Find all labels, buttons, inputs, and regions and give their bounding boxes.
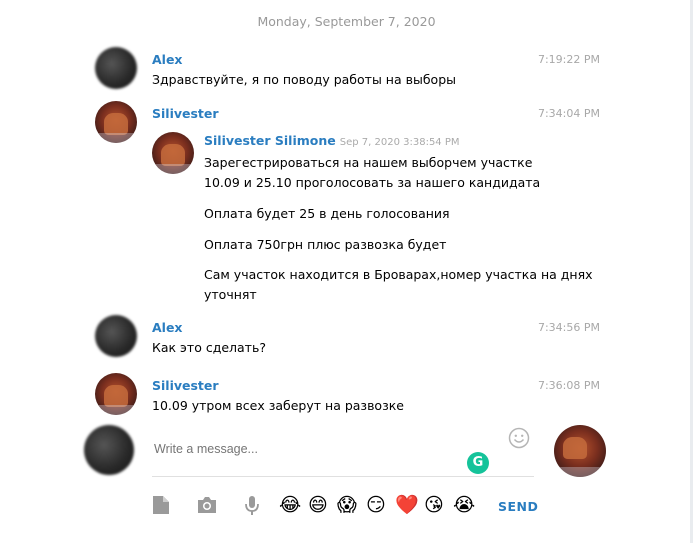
forwarded-line: 10.09 и 25.10 проголосовать за нашего ка… (204, 175, 541, 190)
forwarded-line: Сам участок находится в Броварах,номер у… (204, 267, 593, 282)
message-time: 7:34:04 PM (537, 107, 600, 120)
message-silivester-1: Silivester 7:34:04 PM Silivester Silimon… (0, 101, 693, 311)
microphone-icon[interactable] (241, 494, 263, 516)
message-time: 7:19:22 PM (537, 53, 600, 66)
input-underline (152, 476, 534, 477)
author-name[interactable]: Alex (152, 320, 183, 335)
forwarded-avatar[interactable] (152, 132, 194, 174)
emoji-kiss-icon[interactable]: 😘 (424, 494, 444, 516)
send-button[interactable]: SEND (498, 499, 538, 514)
forwarded-line: уточнят (204, 287, 257, 302)
avatar[interactable] (95, 315, 137, 357)
forwarded-date: Sep 7, 2020 3:38:54 PM (339, 137, 460, 148)
message-alex-1: Alex 7:19:22 PM Здравствуйте, я по повод… (0, 47, 693, 97)
message-text: Здравствуйте, я по поводу работы на выбо… (152, 72, 456, 87)
author-name[interactable]: Silivester (152, 378, 219, 393)
message-composer: G 😂 😄 😱 😏 ❤️ 😘 😭 SEND (0, 420, 693, 543)
emoji-tears-of-joy-icon[interactable]: 😂 (279, 494, 301, 516)
my-avatar[interactable] (84, 425, 134, 475)
message-text: Как это сделать? (152, 340, 266, 355)
forwarded-line: Оплата будет 25 в день голосования (204, 206, 450, 221)
forwarded-author[interactable]: Silivester Silimone Sep 7, 2020 3:38:54 P… (204, 133, 460, 148)
message-time: 7:34:56 PM (537, 321, 600, 334)
emoji-picker-icon[interactable] (508, 427, 530, 449)
emoji-scream-icon[interactable]: 😱 (337, 494, 357, 516)
message-time: 7:36:08 PM (537, 379, 600, 392)
emoji-heart-icon[interactable]: ❤️ (395, 494, 419, 516)
forwarded-author-name[interactable]: Silivester Silimone (204, 133, 336, 148)
forwarded-line: Оплата 750грн плюс развозка будет (204, 237, 447, 252)
message-silivester-2: Silivester 7:36:08 PM 10.09 утром всех з… (0, 373, 693, 418)
avatar[interactable] (95, 101, 137, 143)
emoji-smile-icon[interactable]: 😄 (308, 494, 328, 516)
document-icon[interactable] (150, 494, 172, 516)
emoji-smirk-icon[interactable]: 😏 (366, 494, 386, 516)
date-separator: Monday, September 7, 2020 (257, 14, 436, 29)
grammarly-icon[interactable]: G (467, 452, 489, 474)
author-name[interactable]: Alex (152, 52, 183, 67)
forwarded-line: Зарегестрироваться на нашем выборчем уча… (204, 155, 533, 170)
message-alex-2: Alex 7:34:56 PM Как это сделать? (0, 315, 693, 365)
camera-icon[interactable] (196, 494, 218, 516)
avatar[interactable] (95, 373, 137, 415)
author-name[interactable]: Silivester (152, 106, 219, 121)
avatar[interactable] (95, 47, 137, 89)
message-text: 10.09 утром всех заберут на развозке (152, 398, 404, 413)
peer-avatar[interactable] (554, 425, 606, 477)
emoji-crying-icon[interactable]: 😭 (453, 494, 475, 516)
